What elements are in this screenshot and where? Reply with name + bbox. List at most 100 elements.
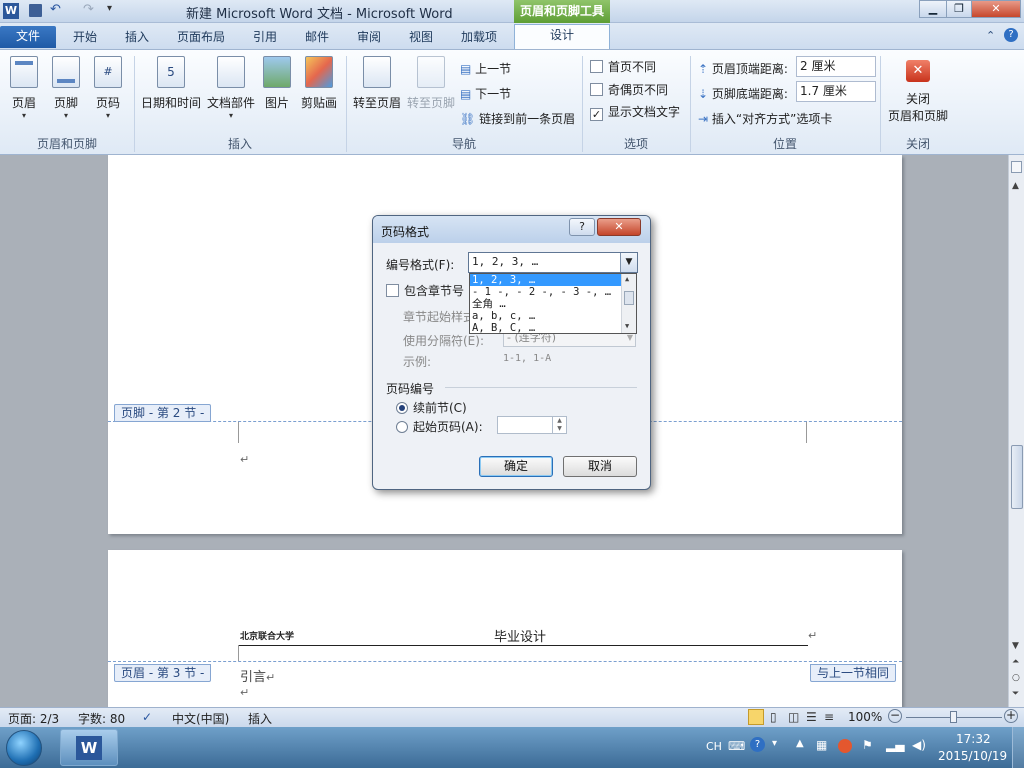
format-option-arabic[interactable]: 1, 2, 3, … <box>470 274 636 286</box>
clip-art-button[interactable]: 剪贴画 <box>298 56 340 111</box>
show-text-check[interactable]: ✓ <box>590 108 603 121</box>
tray-expand-icon[interactable]: ▾ <box>772 738 777 749</box>
tab-home[interactable]: 开始 <box>62 27 108 49</box>
full-screen-view-icon[interactable]: ▯ <box>770 710 777 724</box>
proofing-icon[interactable]: ✓ <box>142 710 152 724</box>
outline-view-icon[interactable]: ☰ <box>806 710 817 724</box>
tab-review[interactable]: 审阅 <box>346 27 392 49</box>
taskbar-word-button[interactable]: W <box>60 729 118 766</box>
picture-button[interactable]: 图片 <box>260 56 294 111</box>
first-page-different-checkbox[interactable]: 首页不同 <box>590 58 656 75</box>
page-3[interactable]: 北京联合大学 毕业设计 ↵ 引言↵ ↵ <box>108 550 902 707</box>
status-page[interactable]: 页面: 2/3 <box>8 710 59 727</box>
odd-even-check[interactable] <box>590 83 603 96</box>
dropdown-scrollbar[interactable]: ▲ ▼ <box>621 274 636 333</box>
scroll-thumb[interactable] <box>1011 445 1023 509</box>
help-icon[interactable]: ? <box>1004 28 1018 42</box>
status-language[interactable]: 中文(中国) <box>172 710 229 727</box>
format-option-fullwidth[interactable]: 全角 … <box>470 298 636 310</box>
status-words[interactable]: 字数: 80 <box>78 710 125 727</box>
ok-button[interactable]: 确定 <box>479 456 553 477</box>
number-format-dropdown-list[interactable]: 1, 2, 3, … - 1 -, - 2 -, - 3 -, … 全角 … a… <box>469 273 637 334</box>
scroll-down-icon[interactable]: ▼ <box>1012 641 1019 651</box>
print-layout-view-icon[interactable] <box>748 709 764 725</box>
footer-bottom-input[interactable]: 1.7 厘米 <box>796 81 876 102</box>
start-at-spin-icon[interactable]: ▲ ▼ <box>552 417 566 433</box>
tray-arrow-icon[interactable]: ▲ <box>796 738 804 749</box>
volume-icon[interactable]: ◀) <box>912 738 926 752</box>
undo-icon[interactable]: ↶ <box>50 2 61 17</box>
clock-time[interactable]: 17:32 <box>956 732 991 746</box>
date-time-button[interactable]: 5 日期和时间 <box>140 56 202 111</box>
status-mode[interactable]: 插入 <box>248 710 272 727</box>
tab-design[interactable]: 设计 <box>514 24 610 50</box>
dialog-help-button[interactable]: ? <box>569 218 595 236</box>
zoom-in-icon[interactable]: + <box>1004 709 1018 723</box>
browse-object-icon[interactable]: ○ <box>1012 673 1020 683</box>
footer-button[interactable]: 页脚 ▾ <box>48 56 84 120</box>
save-icon[interactable] <box>29 4 42 17</box>
header-button[interactable]: 页眉 ▾ <box>6 56 42 120</box>
page-number-button[interactable]: # 页码 ▾ <box>90 56 126 120</box>
number-format-select[interactable]: 1, 2, 3, … ▼ <box>468 252 638 273</box>
continue-previous-radio-dot[interactable] <box>396 402 408 414</box>
include-chapter-checkbox[interactable]: 包含章节号 <box>386 282 464 299</box>
header-top-input[interactable]: 2 厘米 <box>796 56 876 77</box>
show-desktop-button[interactable] <box>1012 727 1024 768</box>
continue-previous-radio[interactable]: 续前节(C) <box>396 399 467 416</box>
customize-toolbar-icon[interactable]: ▾ <box>107 3 112 14</box>
start-at-radio-dot[interactable] <box>396 421 408 433</box>
quick-parts-button[interactable]: 文档部件 ▾ <box>204 56 258 120</box>
start-at-input[interactable]: ▲ ▼ <box>497 416 567 434</box>
format-option-lower-alpha[interactable]: a, b, c, … <box>470 310 636 322</box>
first-page-check[interactable] <box>590 60 603 73</box>
dialog-close-button[interactable]: ✕ <box>597 218 641 236</box>
minimize-button[interactable]: ▁ <box>919 0 947 18</box>
show-document-text-checkbox[interactable]: ✓ 显示文档文字 <box>590 103 680 121</box>
network-icon[interactable]: ▦ <box>816 738 827 752</box>
format-option-upper-alpha[interactable]: A, B, C, … <box>470 322 636 333</box>
redo-icon[interactable]: ↷ <box>83 2 94 17</box>
odd-even-different-checkbox[interactable]: 奇偶页不同 <box>590 81 668 98</box>
tab-view[interactable]: 视图 <box>398 27 444 49</box>
security-icon[interactable] <box>838 739 852 753</box>
close-header-footer-button[interactable]: ✕ 关闭 页眉和页脚 <box>884 56 952 124</box>
previous-section-button[interactable]: ▤ 上一节 <box>460 60 511 77</box>
collapse-ribbon-icon[interactable]: ⌃ <box>986 29 995 42</box>
format-option-dashed[interactable]: - 1 -, - 2 -, - 3 -, … <box>470 286 636 298</box>
start-button-icon[interactable] <box>6 730 42 766</box>
input-language[interactable]: CH <box>706 740 722 753</box>
ruler-toggle-icon[interactable] <box>1011 161 1022 173</box>
dropdown-arrow-icon[interactable]: ▼ <box>620 253 637 272</box>
tab-addins[interactable]: 加载项 <box>450 27 508 49</box>
tray-help-icon[interactable]: ? <box>750 737 765 752</box>
zoom-slider-thumb[interactable] <box>950 711 957 723</box>
next-page-icon[interactable]: ⏷ <box>1012 689 1019 699</box>
keyboard-icon[interactable]: ⌨ <box>728 739 745 753</box>
maximize-button[interactable]: ❐ <box>946 0 972 18</box>
tab-file[interactable]: 文件 <box>0 26 56 48</box>
tab-mailings[interactable]: 邮件 <box>294 27 340 49</box>
link-to-previous-button[interactable]: ⛓ 链接到前一条页眉 <box>460 110 575 127</box>
cancel-button[interactable]: 取消 <box>563 456 637 477</box>
web-layout-view-icon[interactable]: ◫ <box>788 710 799 724</box>
zoom-level[interactable]: 100% <box>848 710 882 724</box>
tab-insert[interactable]: 插入 <box>114 27 160 49</box>
tab-page-layout[interactable]: 页面布局 <box>168 27 234 49</box>
vertical-scrollbar[interactable]: ▲ ▼ ⏶ ○ ⏷ <box>1008 155 1024 707</box>
draft-view-icon[interactable]: ≡ <box>824 710 834 724</box>
next-section-button[interactable]: ▤ 下一节 <box>460 85 511 102</box>
include-chapter-check[interactable] <box>386 284 399 297</box>
signal-icon[interactable]: ▂▄ <box>886 738 904 752</box>
zoom-out-icon[interactable]: − <box>888 709 902 723</box>
dialog-title-bar[interactable]: 页码格式 ? ✕ <box>373 216 650 243</box>
clock-date[interactable]: 2015/10/19 <box>938 749 1007 763</box>
close-window-button[interactable]: ✕ <box>971 0 1021 18</box>
previous-page-icon[interactable]: ⏶ <box>1012 657 1019 667</box>
scroll-up-icon[interactable]: ▲ <box>1012 181 1019 191</box>
word-logo-icon[interactable]: W <box>3 3 19 19</box>
insert-alignment-tab-button[interactable]: ⇥ 插入“对齐方式”选项卡 <box>698 110 832 127</box>
start-at-radio[interactable]: 起始页码(A): <box>396 418 483 435</box>
goto-header-button[interactable]: 转至页眉 <box>350 56 404 111</box>
flag-icon[interactable]: ⚑ <box>862 738 873 752</box>
